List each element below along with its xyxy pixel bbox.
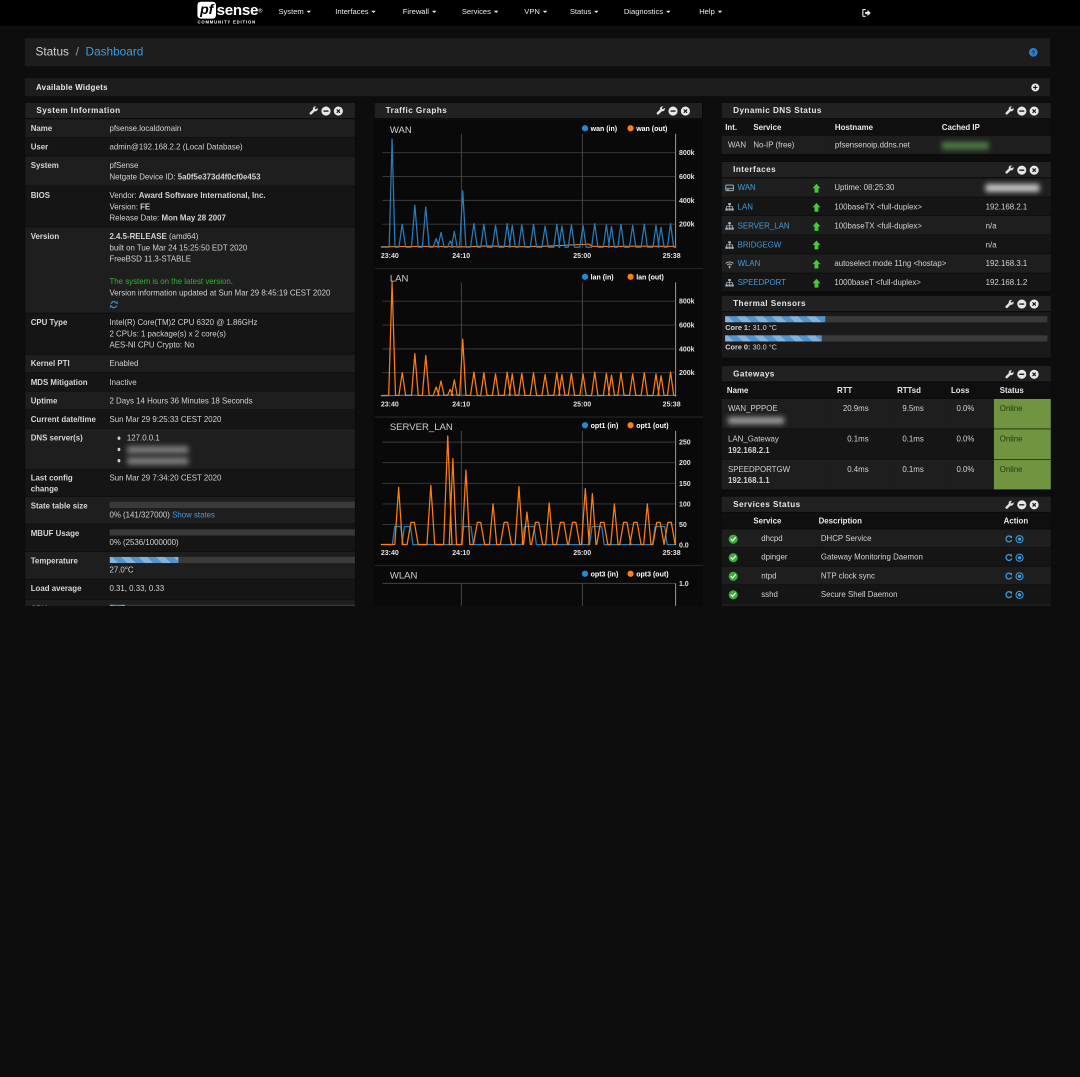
- svg-text:250: 250: [679, 440, 691, 447]
- svg-text:0.0: 0.0: [679, 542, 689, 549]
- svg-text:1.0: 1.0: [679, 581, 689, 588]
- svg-text:400k: 400k: [679, 346, 695, 353]
- svg-text:lan (in): lan (in): [590, 275, 613, 282]
- svg-text:200: 200: [679, 460, 691, 467]
- svg-text:200k: 200k: [679, 370, 695, 377]
- svg-text:24:10: 24:10: [452, 550, 470, 557]
- svg-text:opt3 (out): opt3 (out): [636, 572, 668, 579]
- svg-text:opt3 (in): opt3 (in): [590, 572, 618, 579]
- svg-text:25:00: 25:00: [573, 550, 591, 557]
- svg-text:wan (in): wan (in): [589, 126, 617, 133]
- svg-text:WLAN: WLAN: [390, 570, 418, 581]
- svg-text:opt1 (in): opt1 (in): [590, 423, 618, 430]
- svg-text:24:10: 24:10: [452, 253, 470, 260]
- svg-text:200k: 200k: [679, 222, 695, 229]
- svg-text:50: 50: [679, 522, 687, 529]
- svg-text:600k: 600k: [679, 323, 695, 330]
- svg-text:100: 100: [679, 501, 691, 508]
- svg-text:150: 150: [679, 481, 691, 488]
- svg-text:23:40: 23:40: [381, 402, 399, 409]
- svg-text:?: ?: [1032, 50, 1036, 56]
- svg-text:25:00: 25:00: [573, 402, 591, 409]
- svg-text:400k: 400k: [679, 198, 695, 205]
- svg-text:600k: 600k: [679, 174, 695, 181]
- svg-text:SERVER_LAN: SERVER_LAN: [390, 422, 453, 433]
- svg-text:24:10: 24:10: [452, 402, 470, 409]
- svg-text:25:00: 25:00: [573, 253, 591, 260]
- svg-text:23:40: 23:40: [381, 253, 399, 260]
- svg-text:800k: 800k: [679, 299, 695, 306]
- svg-text:lan (out): lan (out): [636, 275, 664, 282]
- svg-text:25:38: 25:38: [662, 550, 680, 557]
- svg-text:opt1 (out): opt1 (out): [636, 423, 668, 430]
- svg-text:800k: 800k: [679, 150, 695, 157]
- svg-text:WAN: WAN: [390, 125, 412, 136]
- svg-text:wan (out): wan (out): [635, 126, 667, 133]
- svg-text:25:38: 25:38: [662, 402, 680, 409]
- svg-text:25:38: 25:38: [662, 253, 680, 260]
- svg-text:23:40: 23:40: [381, 550, 399, 557]
